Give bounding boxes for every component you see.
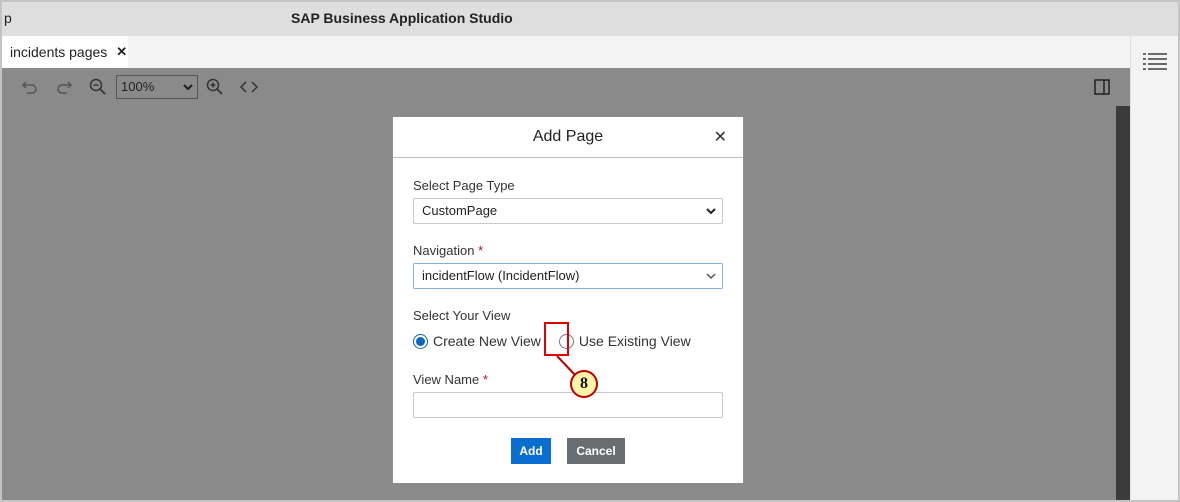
chevron-down-icon [706, 208, 716, 215]
page-type-value: CustomPage [422, 203, 498, 218]
code-icon[interactable] [239, 77, 259, 97]
list-icon[interactable] [1143, 52, 1167, 70]
title-stub: p [4, 10, 12, 26]
redo-icon[interactable] [54, 77, 74, 97]
app-window: p SAP Business Application Studio incide… [0, 0, 1180, 502]
zoom-select[interactable]: 100% [116, 75, 198, 99]
panel-toggle-icon[interactable] [1092, 77, 1112, 97]
add-page-dialog: Add Page ✕ Select Page Type CustomPage N… [392, 116, 744, 484]
editor-toolbar: 100% [2, 68, 1130, 106]
page-type-label: Select Page Type [413, 178, 515, 193]
use-existing-view-label[interactable]: Use Existing View [579, 333, 691, 349]
cancel-button[interactable]: Cancel [567, 438, 625, 464]
tab-incidents-pages[interactable]: incidents pages ✕ [2, 36, 128, 68]
step-badge: 8 [570, 370, 598, 398]
navigation-value: incidentFlow (IncidentFlow) [422, 268, 580, 283]
add-button[interactable]: Add [511, 438, 551, 464]
zoom-out-icon[interactable] [88, 77, 108, 97]
create-new-view-radio[interactable] [413, 333, 428, 349]
zoom-in-icon[interactable] [205, 77, 225, 97]
undo-icon[interactable] [20, 77, 40, 97]
close-icon[interactable]: ✕ [714, 127, 727, 147]
zoom-value: 100% [121, 79, 155, 94]
tab-strip: incidents pages ✕ [2, 36, 1130, 68]
right-sidebar [1130, 36, 1178, 500]
title-bar: p SAP Business Application Studio [2, 2, 1178, 36]
required-marker: * [478, 243, 484, 258]
canvas-scrollbar[interactable] [1116, 106, 1130, 500]
select-view-label: Select Your View [413, 308, 511, 323]
chevron-down-icon [706, 273, 716, 280]
navigation-label: Navigation * [413, 243, 484, 258]
view-name-input[interactable] [413, 392, 723, 418]
chevron-down-icon [183, 84, 193, 91]
dialog-title: Add Page [532, 128, 604, 145]
tab-label: incidents pages [10, 44, 108, 60]
create-new-view-label[interactable]: Create New View [433, 333, 541, 349]
tab-close-icon[interactable]: ✕ [116, 44, 127, 60]
annotation-highlight-box [544, 322, 569, 356]
app-title: SAP Business Application Studio [291, 10, 513, 26]
dialog-header: Add Page ✕ [393, 117, 743, 158]
view-name-label: View Name * [413, 372, 488, 387]
page-type-select[interactable]: CustomPage [413, 198, 723, 224]
required-marker: * [482, 372, 488, 387]
navigation-select[interactable]: incidentFlow (IncidentFlow) [413, 263, 723, 289]
